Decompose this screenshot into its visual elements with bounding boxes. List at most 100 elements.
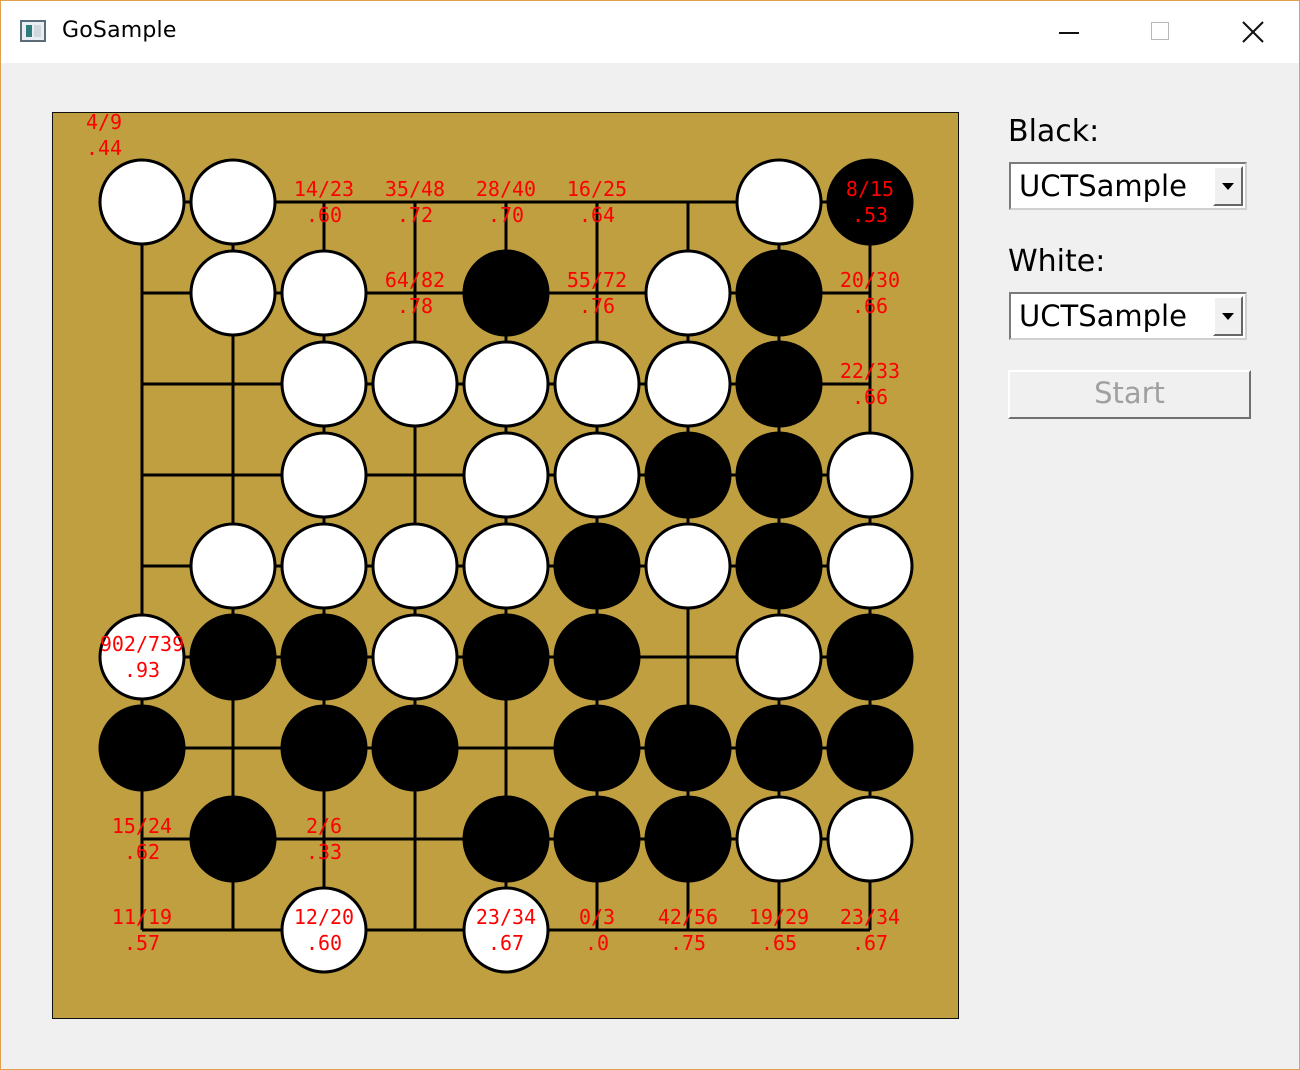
black-player-select[interactable]: UCTSample — [1009, 162, 1247, 210]
maximize-button[interactable] — [1115, 1, 1207, 63]
white-stone[interactable] — [735, 795, 823, 883]
move-stat-visits: 902/739 — [100, 632, 184, 656]
move-stat-rate: .44 — [86, 136, 122, 160]
white-stone[interactable] — [462, 886, 550, 974]
white-dropdown-button[interactable] — [1213, 296, 1243, 336]
black-player-label: Black: — [1008, 114, 1100, 149]
white-stone[interactable] — [371, 340, 459, 428]
black-stone[interactable] — [280, 613, 368, 701]
black-stone[interactable] — [553, 704, 641, 792]
black-stone[interactable] — [735, 704, 823, 792]
move-stat-visits: 14/23 — [294, 177, 354, 201]
move-stat-rate: .67 — [852, 931, 888, 955]
dropdown-arrow-icon — [1222, 183, 1234, 190]
black-stone[interactable] — [735, 340, 823, 428]
white-stone[interactable] — [189, 249, 277, 337]
white-stone[interactable] — [462, 431, 550, 519]
move-stat-rate: .93 — [124, 658, 160, 682]
white-stone[interactable] — [735, 613, 823, 701]
black-stone[interactable] — [371, 704, 459, 792]
white-stone[interactable] — [280, 249, 368, 337]
white-stone[interactable] — [98, 158, 186, 246]
black-stone[interactable] — [189, 795, 277, 883]
black-stone[interactable] — [553, 613, 641, 701]
move-stat-rate: .70 — [488, 203, 524, 227]
window-title: GoSample — [62, 18, 177, 43]
white-player-value: UCTSample — [1019, 299, 1187, 333]
move-stat-rate: .66 — [852, 294, 888, 318]
go-board-canvas[interactable]: 4/9.4414/23.6035/48.7228/40.7016/25.648/… — [53, 113, 960, 1020]
black-stone[interactable] — [826, 613, 914, 701]
white-stone[interactable] — [735, 158, 823, 246]
black-dropdown-button[interactable] — [1213, 166, 1243, 206]
move-stat-rate: .66 — [852, 385, 888, 409]
black-stone[interactable] — [462, 613, 550, 701]
move-stat-visits: 4/9 — [86, 113, 122, 134]
black-stone[interactable] — [553, 522, 641, 610]
close-button[interactable] — [1207, 1, 1299, 63]
black-player-value: UCTSample — [1019, 169, 1187, 203]
black-stone[interactable] — [280, 704, 368, 792]
move-stat-visits: 8/15 — [846, 177, 894, 201]
move-stat-visits: 55/72 — [567, 268, 627, 292]
app-window: GoSample 4/9.44 14/23.60 35/48.72 28/40.70 1… — [0, 0, 1300, 1070]
go-board[interactable]: 4/9.44 14/23.60 35/48.72 28/40.70 16/25.64 8/… — [52, 112, 959, 1019]
move-stat-visits: 35/48 — [385, 177, 445, 201]
title-bar[interactable]: GoSample — [1, 1, 1299, 63]
black-stone[interactable] — [462, 249, 550, 337]
black-stone[interactable] — [735, 431, 823, 519]
black-stone[interactable] — [644, 431, 732, 519]
move-stat-visits: 2/6 — [306, 814, 342, 838]
start-button[interactable]: Start — [1008, 370, 1251, 419]
black-stone[interactable] — [826, 158, 914, 246]
minimize-button[interactable] — [1023, 1, 1115, 63]
move-stat-visits: 11/19 — [112, 905, 172, 929]
white-stone[interactable] — [826, 522, 914, 610]
white-player-select[interactable]: UCTSample — [1009, 292, 1247, 340]
move-stat-rate: .65 — [761, 931, 797, 955]
move-stat-visits: 16/25 — [567, 177, 627, 201]
black-stone[interactable] — [826, 704, 914, 792]
move-stat-visits: 23/34 — [840, 905, 900, 929]
black-stone[interactable] — [189, 613, 277, 701]
move-stat-visits: 28/40 — [476, 177, 536, 201]
black-stone[interactable] — [644, 795, 732, 883]
white-stone[interactable] — [280, 522, 368, 610]
white-stone[interactable] — [826, 431, 914, 519]
black-stone[interactable] — [644, 704, 732, 792]
white-stone[interactable] — [644, 340, 732, 428]
move-stat-rate: .33 — [306, 840, 342, 864]
maximize-icon — [1151, 22, 1169, 40]
move-stat-rate: .75 — [670, 931, 706, 955]
move-stat-rate: .72 — [397, 203, 433, 227]
white-stone[interactable] — [826, 795, 914, 883]
black-stone[interactable] — [553, 795, 641, 883]
board-stones — [98, 158, 914, 974]
black-stone[interactable] — [735, 249, 823, 337]
app-window-icon — [20, 20, 46, 42]
white-stone[interactable] — [189, 522, 277, 610]
white-stone[interactable] — [280, 431, 368, 519]
white-stone[interactable] — [189, 158, 277, 246]
move-stat-visits: 12/20 — [294, 905, 354, 929]
move-stat-rate: .0 — [585, 931, 609, 955]
black-stone[interactable] — [462, 795, 550, 883]
white-stone[interactable] — [371, 522, 459, 610]
white-stone[interactable] — [644, 249, 732, 337]
move-stat-visits: 64/82 — [385, 268, 445, 292]
white-stone[interactable] — [553, 340, 641, 428]
black-stone[interactable] — [98, 704, 186, 792]
white-stone[interactable] — [462, 340, 550, 428]
white-stone[interactable] — [280, 886, 368, 974]
move-stat-rate: .60 — [306, 203, 342, 227]
white-stone[interactable] — [644, 522, 732, 610]
close-icon — [1242, 21, 1264, 43]
move-stat-rate: .53 — [852, 203, 888, 227]
white-stone[interactable] — [98, 613, 186, 701]
white-stone[interactable] — [371, 613, 459, 701]
white-stone[interactable] — [280, 340, 368, 428]
white-stone[interactable] — [553, 431, 641, 519]
black-stone[interactable] — [735, 522, 823, 610]
white-stone[interactable] — [462, 522, 550, 610]
move-stat-rate: .76 — [579, 294, 615, 318]
